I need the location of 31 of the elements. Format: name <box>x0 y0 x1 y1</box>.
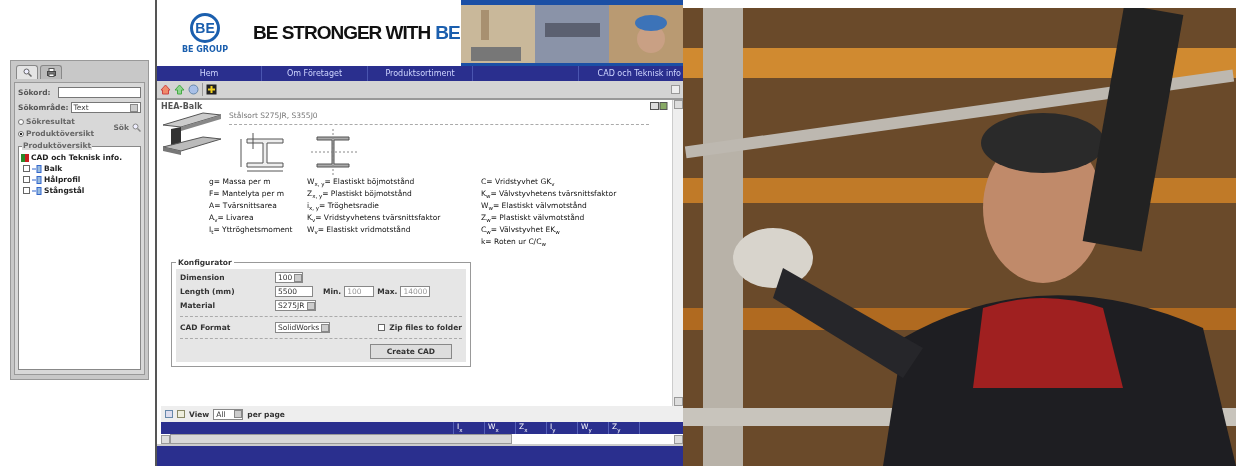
radio-button[interactable] <box>18 118 24 125</box>
view-icons[interactable] <box>650 102 668 110</box>
radio-button[interactable] <box>18 130 24 137</box>
search-icon <box>22 68 32 77</box>
slogan-accent: BE <box>435 22 460 44</box>
list-view-icon[interactable] <box>177 410 185 418</box>
home-icon[interactable] <box>160 84 171 95</box>
globe-icon[interactable] <box>188 84 199 95</box>
cube-icon <box>21 153 29 162</box>
search-icon <box>132 123 141 132</box>
node-icon <box>32 186 42 195</box>
vertical-scrollbar[interactable] <box>672 100 683 406</box>
product-title: HEA-Balk <box>161 102 203 111</box>
logo-badge: BE <box>190 12 220 43</box>
grid-view-icon[interactable] <box>165 410 173 418</box>
checkbox[interactable] <box>378 324 386 331</box>
up-arrow-icon[interactable] <box>174 84 185 95</box>
expand-icon[interactable] <box>23 187 30 194</box>
expand-icon[interactable] <box>23 176 30 183</box>
search-field[interactable] <box>58 87 141 98</box>
slogan: BE STRONGER WITH <box>253 22 431 44</box>
horizontal-scrollbar[interactable] <box>161 434 683 444</box>
nav-link[interactable]: CAD och Teknisk info <box>579 66 683 81</box>
node-icon <box>32 175 42 184</box>
printer-icon <box>46 68 56 77</box>
expand-icon[interactable] <box>23 165 30 172</box>
panel-tab[interactable] <box>40 65 62 79</box>
node-icon <box>32 164 42 173</box>
plus-icon[interactable] <box>206 84 217 95</box>
logo-caption: BE GROUP <box>181 44 229 54</box>
minimize-icon[interactable] <box>671 85 680 94</box>
